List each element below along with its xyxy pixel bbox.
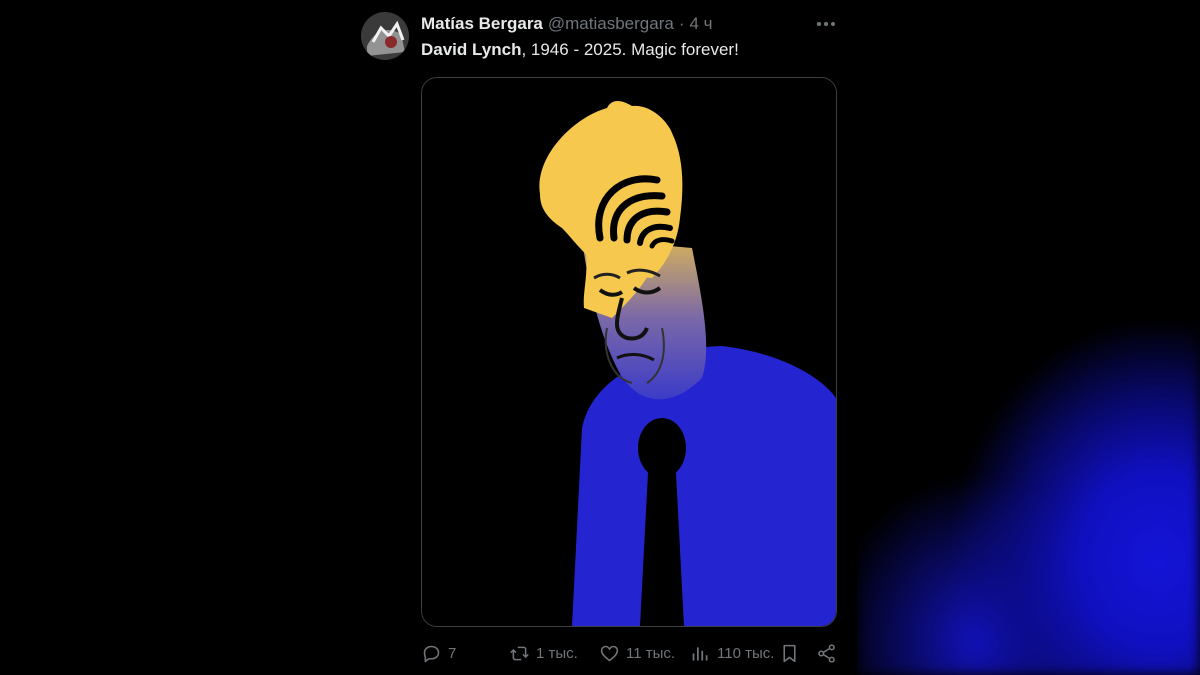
tweet-header: Matías Bergara @matiasbergara · 4 ч	[421, 12, 841, 36]
share-button[interactable]	[816, 640, 837, 666]
tweet-text-bold[interactable]: David Lynch	[421, 40, 521, 59]
tweet-media[interactable]	[421, 77, 837, 627]
tweet-text: David Lynch, 1946 - 2025. Magic forever!	[421, 40, 739, 60]
timestamp[interactable]: 4 ч	[690, 14, 713, 34]
background-glow	[858, 0, 1200, 675]
share-icon	[818, 643, 835, 663]
author-handle[interactable]: @matiasbergara	[548, 14, 674, 34]
like-button[interactable]: 11 тыс.	[599, 640, 675, 666]
views-button[interactable]: 110 тыс.	[690, 640, 774, 666]
like-count: 11 тыс.	[626, 644, 676, 662]
views-count: 110 тыс.	[717, 644, 775, 662]
tweet-card[interactable]: Matías Bergara @matiasbergara · 4 ч Davi…	[345, 0, 857, 675]
repost-icon	[510, 646, 529, 660]
separator-dot: ·	[678, 14, 685, 33]
heart-icon	[600, 645, 619, 661]
repost-count: 1 тыс.	[536, 644, 578, 662]
bookmark-button[interactable]	[779, 640, 800, 666]
more-dots-icon	[817, 22, 835, 26]
tweet-actions-bar: 7 1 тыс. 11 тыс. 110 тыс.	[421, 640, 841, 666]
repost-button[interactable]: 1 тыс.	[509, 640, 578, 666]
screen: Matías Bergara @matiasbergara · 4 ч Davi…	[0, 0, 1200, 675]
bookmark-icon	[783, 644, 796, 662]
views-chart-icon	[692, 646, 708, 660]
illustration-image	[422, 78, 836, 626]
reply-icon	[423, 645, 440, 662]
avatar[interactable]	[361, 12, 409, 60]
tweet-text-rest: , 1946 - 2025. Magic forever!	[521, 40, 739, 59]
more-options-button[interactable]	[815, 14, 837, 34]
reply-count: 7	[448, 644, 457, 662]
reply-button[interactable]: 7	[421, 640, 456, 666]
author-name[interactable]: Matías Bergara	[421, 14, 543, 34]
